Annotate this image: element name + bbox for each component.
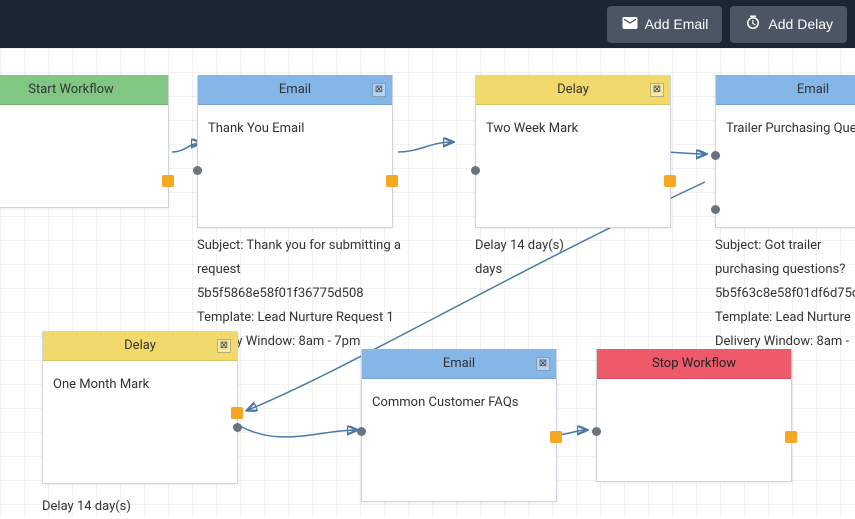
node-header: Email ⊠ (198, 75, 392, 105)
node-email-faqs[interactable]: Email ⊠ Common Customer FAQs (361, 349, 557, 502)
node-start-workflow[interactable]: Start Workflow (0, 75, 169, 208)
email-icon (621, 14, 639, 35)
input-port[interactable] (193, 166, 202, 175)
node-body-title: Trailer Purchasing Questions (726, 121, 855, 136)
clock-icon (744, 14, 762, 35)
add-email-button[interactable]: Add Email (607, 6, 723, 43)
output-port[interactable] (386, 175, 398, 187)
output-port[interactable] (162, 175, 174, 187)
node-body-title: Common Customer FAQs (372, 395, 518, 410)
node-title: Stop Workflow (652, 356, 736, 371)
node-title: Delay (557, 82, 589, 97)
close-icon[interactable]: ⊠ (650, 83, 664, 97)
node-title: Email (797, 82, 829, 97)
node-delay-two-week[interactable]: Delay ⊠ Two Week Mark (475, 75, 671, 228)
node-body-title: Two Week Mark (486, 121, 578, 136)
input-port[interactable] (357, 427, 366, 436)
output-port[interactable] (785, 431, 797, 443)
node-body: Trailer Purchasing Questions (716, 105, 855, 227)
node-header: Email (716, 75, 855, 105)
toolbar: Add Email Add Delay (0, 0, 855, 48)
close-icon[interactable]: ⊠ (372, 83, 386, 97)
input-port[interactable] (711, 151, 720, 160)
add-email-label: Add Email (645, 16, 709, 32)
workflow-canvas[interactable]: Start Workflow Email ⊠ Thank You Email S… (0, 48, 855, 516)
node-header: Delay ⊠ (476, 75, 670, 105)
output-port[interactable] (664, 175, 676, 187)
node-body: Two Week Mark (476, 105, 670, 227)
add-delay-button[interactable]: Add Delay (730, 6, 847, 43)
output-port[interactable] (231, 407, 243, 419)
meta-id: 5b5f63c8e58f01df6d75d50 (715, 282, 855, 306)
node-email-trailer-questions[interactable]: Email Trailer Purchasing Questions (715, 75, 855, 228)
input-port-2[interactable] (711, 205, 720, 214)
meta-template: Template: Lead Nurture Re (715, 306, 855, 330)
meta-template: Template: Lead Nurture Request 1 (197, 306, 427, 330)
node-body: One Month Mark (43, 361, 237, 483)
node-stop-workflow[interactable]: Stop Workflow (596, 349, 792, 482)
meta-id: 5b5f5868e58f01f36775d508 (197, 282, 427, 306)
node-meta-delay2: Delay 14 day(s) (42, 495, 272, 519)
input-port[interactable] (471, 166, 480, 175)
close-icon[interactable]: ⊠ (217, 339, 231, 353)
node-header: Delay ⊠ (43, 331, 237, 361)
node-title: Email (443, 356, 475, 371)
output-port-2[interactable] (233, 423, 242, 432)
node-body: Common Customer FAQs (362, 379, 556, 501)
close-icon[interactable]: ⊠ (536, 357, 550, 371)
node-title: Email (279, 82, 311, 97)
add-delay-label: Add Delay (768, 16, 833, 32)
node-body (0, 105, 168, 207)
input-port[interactable] (592, 427, 601, 436)
meta-subject: Subject: Thank you for submitting a requ… (197, 234, 427, 282)
node-title: Delay (124, 338, 156, 353)
node-header: Start Workflow (0, 75, 168, 105)
node-body-title: One Month Mark (53, 377, 149, 392)
node-email-thank-you[interactable]: Email ⊠ Thank You Email (197, 75, 393, 228)
node-meta-delay1: Delay 14 day(s) days (475, 234, 705, 282)
meta-subject: Subject: Got trailer purchasing question… (715, 234, 855, 282)
output-port[interactable] (550, 431, 562, 443)
node-title: Start Workflow (28, 82, 114, 97)
node-body-title: Thank You Email (208, 121, 304, 136)
node-body (597, 379, 791, 481)
node-body: Thank You Email (198, 105, 392, 227)
meta-delay: Delay 14 day(s) (475, 234, 705, 258)
meta-delay-unit: days (475, 258, 705, 282)
node-header: Stop Workflow (597, 349, 791, 379)
meta-delay: Delay 14 day(s) (42, 495, 272, 519)
node-delay-one-month[interactable]: Delay ⊠ One Month Mark (42, 331, 238, 484)
node-header: Email ⊠ (362, 349, 556, 379)
